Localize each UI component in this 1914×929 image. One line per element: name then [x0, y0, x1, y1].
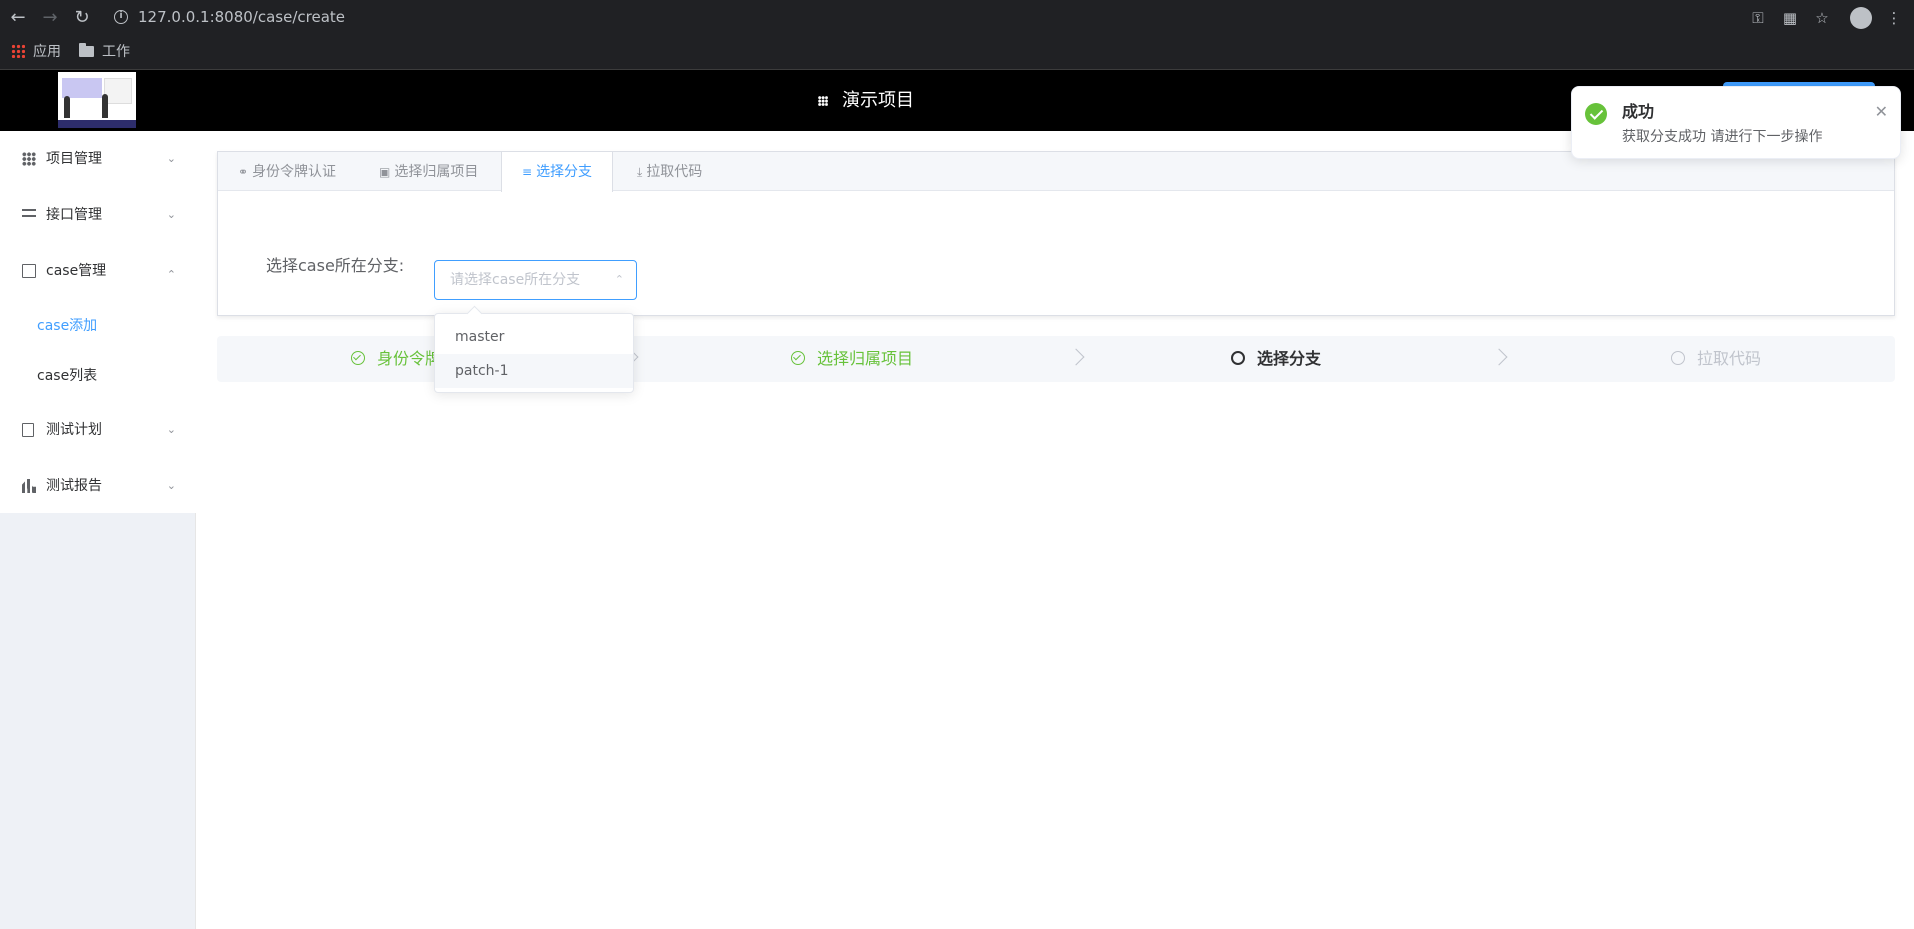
list-icon — [22, 209, 36, 221]
success-check-icon — [1585, 103, 1607, 125]
sidebar-item-case-management[interactable]: case管理 ⌃ — [0, 243, 196, 299]
bookmark-work[interactable]: 工作 — [79, 42, 130, 62]
grid-icon — [818, 96, 828, 106]
tab-select-project[interactable]: ▣ 选择归属项目 — [359, 152, 498, 191]
info-icon[interactable]: i — [114, 10, 128, 24]
step-separator-icon — [1067, 348, 1085, 366]
sidebar-item-project-management[interactable]: 项目管理 ⌄ — [0, 131, 196, 187]
logo[interactable] — [58, 72, 136, 128]
bookmarks-bar: 应用 工作 — [0, 35, 1914, 70]
branch-dropdown: master patch-1 — [434, 313, 634, 393]
sidebar-item-api-management[interactable]: 接口管理 ⌄ — [0, 187, 196, 243]
filter-icon: ≡ — [522, 165, 533, 179]
star-icon[interactable]: ☆ — [1810, 6, 1834, 30]
branch-select-placeholder: 请选择case所在分支 — [450, 272, 581, 288]
profile-icon[interactable] — [1849, 6, 1873, 30]
sidebar-subitem-case-list[interactable]: case列表 — [0, 351, 196, 401]
sidebar-subitem-case-add[interactable]: case添加 — [0, 301, 196, 351]
download-icon: ⤓ — [637, 165, 643, 179]
dropdown-option-patch-1[interactable]: patch-1 — [435, 354, 633, 388]
address-url: 127.0.0.1:8080/case/create — [138, 8, 345, 26]
sidebar-menu: 项目管理 ⌄ 接口管理 ⌄ case管理 ⌃ case添加 case列表 测试计… — [0, 131, 196, 513]
forward-icon[interactable]: → — [38, 6, 62, 30]
back-icon[interactable]: ← — [6, 6, 30, 30]
circle-icon — [1671, 351, 1685, 365]
chevron-down-icon: ⌄ — [166, 152, 176, 165]
step-select-branch: 选择分支 — [1231, 336, 1321, 382]
tab-card: ⚭ 身份令牌认证 ▣ 选择归属项目 ≡ 选择分支 ⤓ 拉取代码 选择case所在分支: … — [217, 151, 1895, 316]
document-icon — [22, 423, 34, 437]
sidebar-item-test-plan[interactable]: 测试计划 ⌄ — [0, 402, 196, 458]
circle-icon — [1231, 351, 1245, 365]
close-icon[interactable]: ✕ — [1875, 103, 1888, 121]
chevron-down-icon: ⌄ — [166, 208, 176, 221]
menu-dots-icon[interactable]: ⋮ — [1882, 6, 1906, 30]
chevron-down-icon: ⌄ — [166, 479, 176, 492]
chevron-up-icon: ⌃ — [614, 273, 624, 286]
address-bar[interactable]: i 127.0.0.1:8080/case/create — [108, 4, 1748, 31]
folder-icon — [79, 43, 94, 57]
key-icon: ⚭ — [238, 165, 249, 179]
branch-select[interactable]: 请选择case所在分支 ⌃ — [434, 260, 637, 300]
monitor-icon: ▣ — [379, 165, 391, 179]
step-separator-icon — [1490, 348, 1508, 366]
dropdown-option-master[interactable]: master — [435, 320, 633, 354]
step-pull-code: 拉取代码 — [1671, 336, 1761, 382]
chevron-up-icon: ⌃ — [166, 268, 176, 281]
notification-title: 成功 — [1622, 102, 1655, 121]
step-select-project: 选择归属项目 — [791, 336, 913, 382]
tab-select-branch[interactable]: ≡ 选择分支 — [501, 152, 614, 192]
sidebar: 项目管理 ⌄ 接口管理 ⌄ case管理 ⌃ case添加 case列表 测试计… — [0, 131, 196, 929]
key-icon[interactable]: ⚿ — [1746, 6, 1770, 30]
grid-icon — [22, 152, 36, 166]
edit-icon — [22, 264, 36, 278]
apps-grid-icon — [11, 44, 25, 58]
sidebar-item-test-report[interactable]: 测试报告 ⌄ — [0, 458, 196, 514]
translate-icon[interactable]: ▦ — [1778, 6, 1802, 30]
tab-pull-code[interactable]: ⤓ 拉取代码 — [617, 152, 722, 191]
check-circle-icon — [791, 351, 805, 365]
branch-select-label: 选择case所在分支: — [266, 256, 405, 275]
chevron-down-icon: ⌄ — [166, 423, 176, 436]
tab-token-auth[interactable]: ⚭ 身份令牌认证 — [218, 152, 356, 191]
browser-toolbar: ← → ↻ i 127.0.0.1:8080/case/create ⚿ ▦ ☆… — [0, 0, 1914, 35]
check-circle-icon — [351, 351, 365, 365]
notification-message: 获取分支成功 请进行下一步操作 — [1622, 129, 1823, 145]
bar-chart-icon — [22, 479, 36, 493]
success-notification: 成功 获取分支成功 请进行下一步操作 ✕ — [1571, 86, 1901, 159]
project-title[interactable]: 演示项目 — [818, 70, 914, 131]
reload-icon[interactable]: ↻ — [70, 6, 94, 30]
bookmark-apps[interactable]: 应用 — [11, 42, 61, 62]
